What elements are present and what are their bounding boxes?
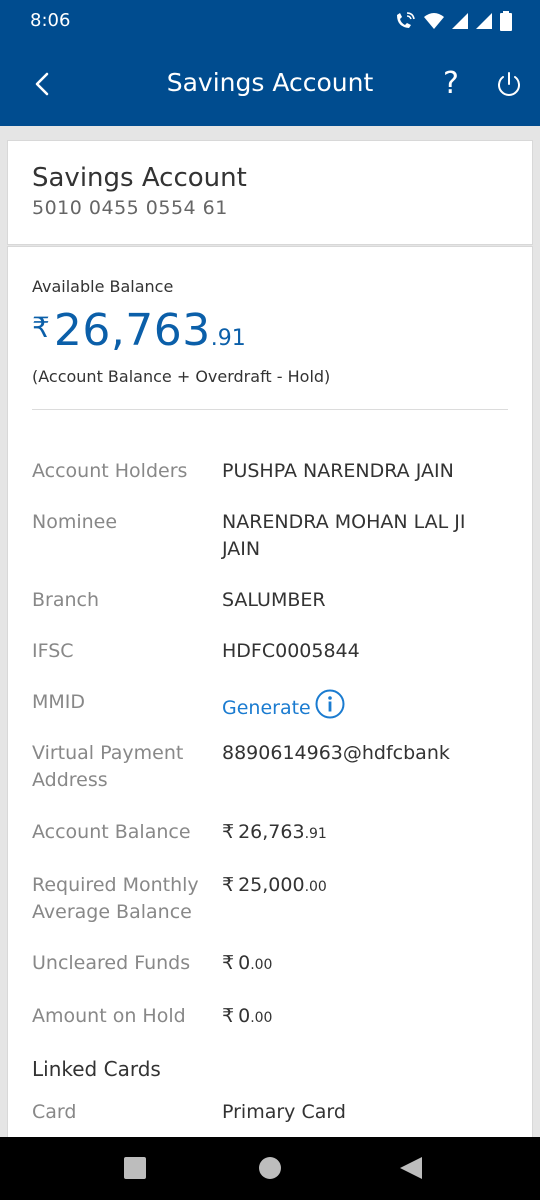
rupee-symbol: ₹ xyxy=(222,952,235,974)
help-button[interactable]: ? xyxy=(436,64,466,104)
power-icon xyxy=(498,72,520,96)
mmid-value: Generate xyxy=(222,689,502,722)
linked-cards-title: Linked Cards xyxy=(32,1057,161,1081)
status-time: 8:06 xyxy=(30,10,71,31)
back-triangle-icon[interactable] xyxy=(398,1155,424,1181)
card-label: Card xyxy=(32,1101,77,1123)
uncleared-funds-label: Uncleared Funds xyxy=(32,952,191,974)
uncleared-funds-main: 0 xyxy=(238,952,251,974)
available-balance-decimal: .91 xyxy=(210,326,246,351)
account-balance-decimal: .91 xyxy=(304,826,327,842)
account-balance-label: Account Balance xyxy=(32,821,191,843)
rupee-symbol: ₹ xyxy=(222,821,235,843)
account-number: 5010 0455 0554 61 xyxy=(32,197,228,219)
account-header-card: Savings Account 5010 0455 0554 61 xyxy=(8,141,532,244)
nominee-value: NARENDRA MOHAN LAL JI JAIN xyxy=(222,511,466,560)
amount-on-hold-decimal: .00 xyxy=(250,1010,273,1026)
signal-icon xyxy=(476,13,492,29)
available-balance-note: (Account Balance + Overdraft - Hold) xyxy=(32,367,331,386)
available-balance-main: 26,763 xyxy=(53,305,211,356)
app-header: Savings Account ? xyxy=(0,44,540,126)
rupee-symbol: ₹ xyxy=(222,874,235,896)
available-balance-amount: ₹26,763.91 xyxy=(32,305,246,356)
required-mab-label: Required Monthly Average Balance xyxy=(32,874,199,923)
logout-button[interactable] xyxy=(494,70,524,100)
account-holders-label: Account Holders xyxy=(32,460,188,482)
system-nav-bar xyxy=(0,1137,540,1200)
account-type: Savings Account xyxy=(32,163,247,193)
divider xyxy=(32,409,508,410)
required-mab-main: 25,000 xyxy=(238,874,305,896)
account-balance-main: 26,763 xyxy=(238,821,305,843)
wifi-icon xyxy=(424,13,444,29)
recent-apps-button[interactable] xyxy=(124,1157,146,1179)
required-mab-decimal: .00 xyxy=(304,879,327,895)
ifsc-value: HDFC0005844 xyxy=(222,640,360,662)
uncleared-funds-decimal: .00 xyxy=(250,957,273,973)
branch-value: SALUMBER xyxy=(222,589,326,611)
nominee-label: Nominee xyxy=(32,511,118,533)
status-bar: 8:06 xyxy=(0,0,540,44)
account-holders-value: PUSHPA NARENDRA JAIN xyxy=(222,460,454,482)
account-balance-value: ₹26,763.91 xyxy=(222,819,502,848)
vpa-value: 8890614963@hdfcbank xyxy=(222,742,450,764)
ifsc-label: IFSC xyxy=(32,640,74,662)
battery-icon xyxy=(500,11,512,31)
branch-label: Branch xyxy=(32,589,100,611)
amount-on-hold-main: 0 xyxy=(238,1005,251,1027)
info-icon[interactable] xyxy=(315,689,345,719)
mmid-label: MMID xyxy=(32,691,86,713)
generate-mmid-link[interactable]: Generate xyxy=(222,697,311,719)
amount-on-hold-value: ₹0.00 xyxy=(222,1003,502,1032)
available-balance-label: Available Balance xyxy=(32,277,174,296)
account-details-card: Available Balance ₹26,763.91 (Account Ba… xyxy=(8,247,532,1147)
wifi-call-icon xyxy=(397,12,415,28)
vpa-label: Virtual Payment Address xyxy=(32,742,184,791)
amount-on-hold-label: Amount on Hold xyxy=(32,1005,186,1027)
uncleared-funds-value: ₹0.00 xyxy=(222,950,502,979)
rupee-symbol: ₹ xyxy=(32,311,50,344)
home-button[interactable] xyxy=(259,1157,281,1179)
status-icons xyxy=(394,10,512,32)
required-mab-value: ₹25,000.00 xyxy=(222,872,502,901)
rupee-symbol: ₹ xyxy=(222,1005,235,1027)
card-value: Primary Card xyxy=(222,1101,346,1123)
signal-icon xyxy=(452,13,468,29)
